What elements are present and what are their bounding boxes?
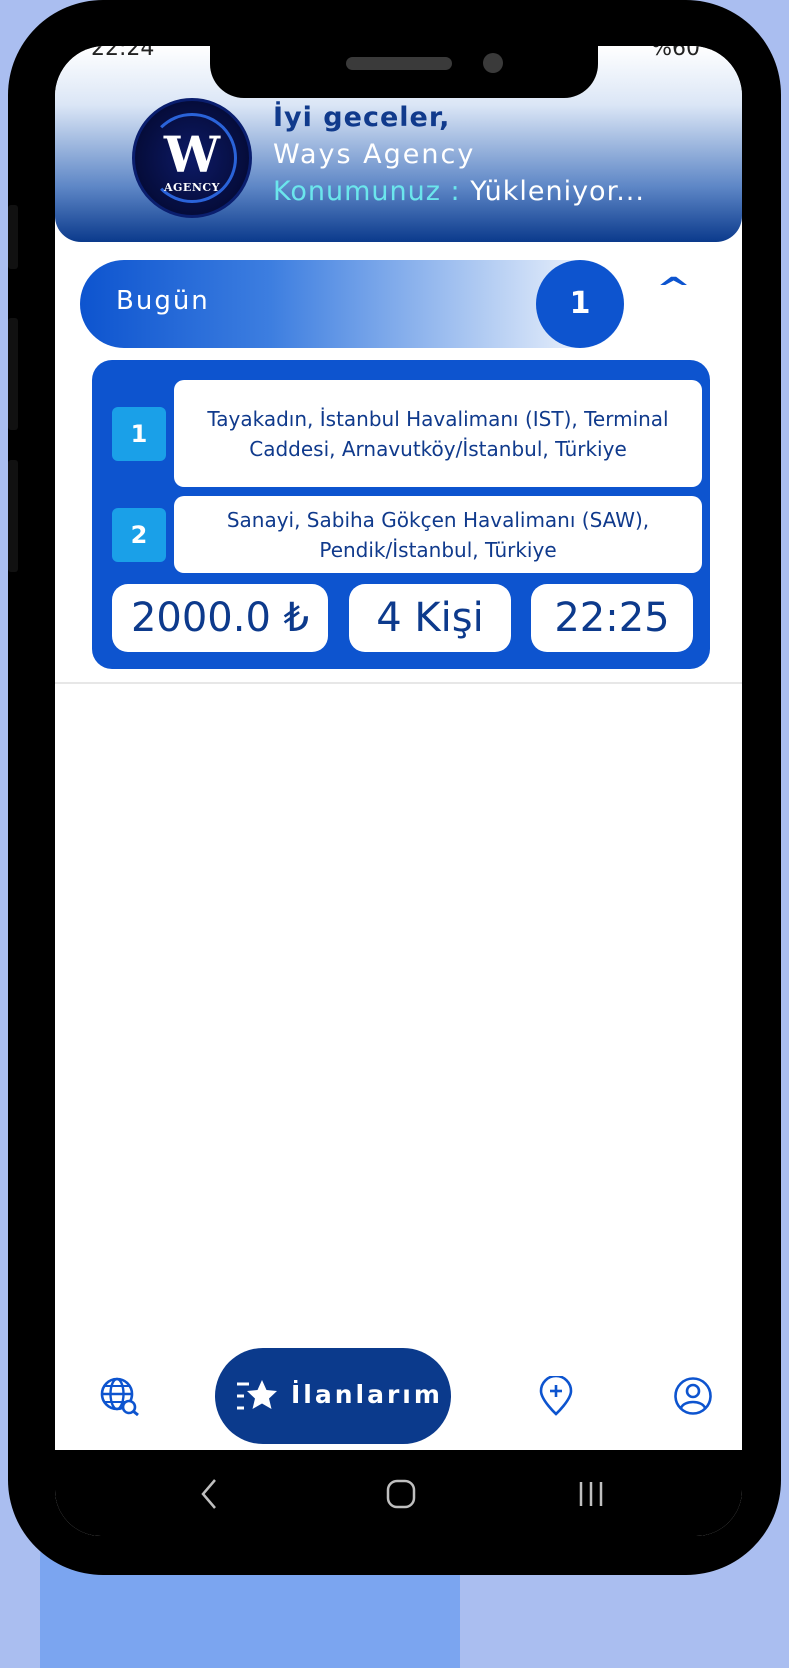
globe-search-icon[interactable] [99,1376,139,1416]
bottom-navigation: İlanlarım [55,1346,742,1450]
divider [55,682,742,684]
tab-my-listings-label: İlanlarım [291,1380,443,1409]
phone-frame: 22:24 %60 W AGENCY İyi geceler, Ways Age… [8,0,781,1575]
speaker [346,57,452,70]
home-icon[interactable] [381,1474,421,1514]
location-value: Yükleniyor... [470,176,645,207]
battery-level: %60 [651,46,700,61]
agency-logo: W AGENCY [132,98,252,218]
stop-number-badge: 1 [112,407,166,461]
listing-card[interactable]: 1 Tayakadın, İstanbul Havalimanı (IST), … [92,360,710,669]
passenger-count: 4 Kişi [349,584,511,652]
recent-apps-icon[interactable] [571,1474,611,1514]
power-button [8,460,18,572]
volume-down-button [8,318,18,430]
phone-notch [210,46,598,98]
greeting-text: İyi geceler, [273,102,451,133]
day-count-badge: 1 [536,260,624,348]
logo-subtitle: AGENCY [164,181,220,194]
profile-icon[interactable] [673,1376,713,1416]
status-time: 22:24 [91,46,155,61]
pickup-time: 22:25 [531,584,693,652]
app-screen: 22:24 %60 W AGENCY İyi geceler, Ways Age… [55,46,742,1536]
location-add-icon[interactable] [536,1376,576,1416]
chevron-up-icon[interactable]: ^ [656,272,691,307]
back-icon[interactable] [191,1474,231,1514]
stop-address: Sanayi, Sabiha Gökçen Havalimanı (SAW), … [174,496,702,573]
location-line: Konumunuz : Yükleniyor... [273,176,645,207]
system-navigation-bar [55,1450,742,1536]
agency-name: Ways Agency [273,139,476,170]
logo-letter: W [163,125,221,184]
day-label: Bugün [116,286,210,316]
front-camera [483,53,503,73]
price-value: 2000.0 ₺ [112,584,328,652]
volume-button [8,205,18,269]
location-label: Konumunuz : [273,176,461,207]
stop-address: Tayakadın, İstanbul Havalimanı (IST), Te… [174,380,702,487]
tab-my-listings[interactable]: İlanlarım [215,1348,451,1444]
stop-number-badge: 2 [112,508,166,562]
star-list-icon [237,1380,277,1410]
